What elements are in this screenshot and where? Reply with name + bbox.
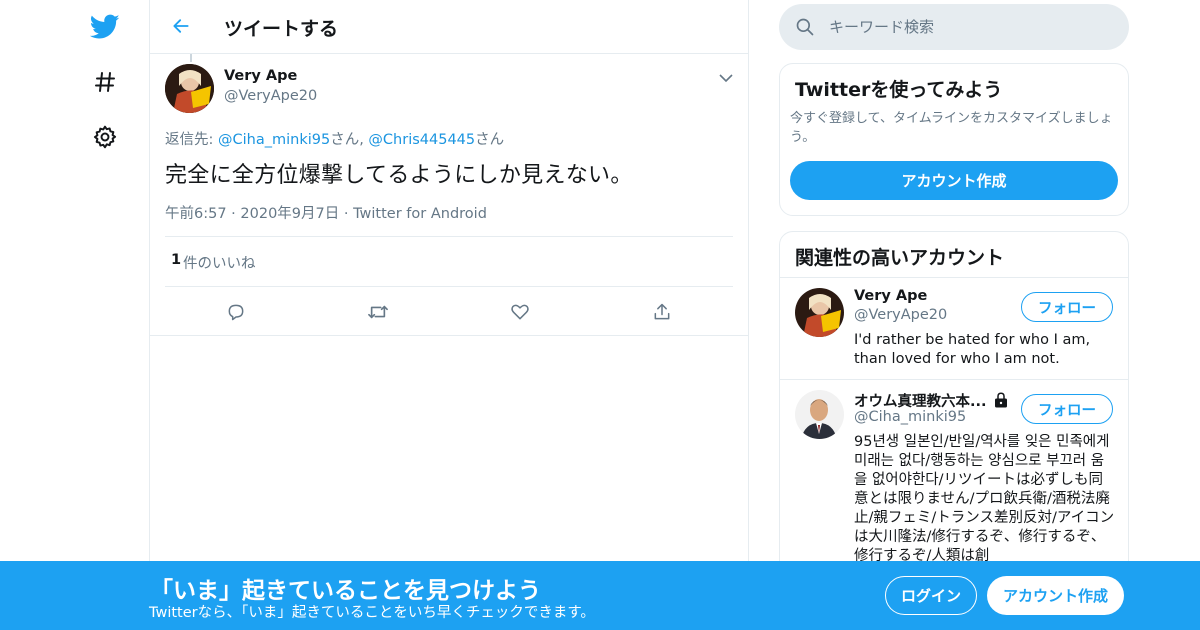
bottom-bar-title: 「いま」起きていることを見つけよう (150, 578, 541, 604)
account-handle[interactable]: @Ciha_minki95 (854, 409, 966, 425)
reply-to-line: 返信先: @Ciha_minki95さん, @Chris445445さん (165, 128, 504, 149)
chevron-down-icon[interactable] (716, 68, 736, 88)
search-icon (795, 17, 815, 41)
follow-button[interactable]: フォロー (1021, 292, 1113, 322)
search-box[interactable] (779, 4, 1129, 50)
tweet-actions (150, 297, 748, 327)
lock-icon (992, 391, 1010, 413)
tweet-meta: 午前6:57 · 2020年9月7日 · Twitter for Android (165, 202, 487, 223)
retweet-icon[interactable] (363, 297, 393, 327)
share-icon[interactable] (647, 297, 677, 327)
search-input[interactable] (829, 14, 1109, 40)
arrow-left-icon[interactable] (166, 11, 196, 41)
account-handle[interactable]: @VeryApe20 (854, 307, 947, 323)
reply-prefix: 返信先: (165, 132, 218, 148)
account-bio: I'd rather be hated for who I am, than l… (854, 332, 1091, 367)
bottom-signup-bar: 「いま」起きていることを見つけよう Twitterなら、「いま」起きていることを… (0, 561, 1200, 630)
reply-separator: さん, (330, 132, 369, 148)
reply-suffix: さん (475, 132, 505, 148)
avatar[interactable] (795, 288, 844, 337)
tweet-time[interactable]: 午前6:57 (165, 206, 227, 222)
account-name[interactable]: オウム真理教六本... (854, 390, 987, 411)
heart-icon[interactable] (505, 297, 535, 327)
twitter-bird-icon[interactable] (87, 9, 123, 45)
reply-user-link[interactable]: @Ciha_minki95 (218, 132, 330, 148)
create-account-button[interactable]: アカウント作成 (790, 161, 1118, 200)
login-button[interactable]: ログイン (885, 576, 977, 615)
left-nav (0, 0, 150, 630)
tweet-date[interactable]: 2020年9月7日 (240, 206, 339, 222)
likes-count: 1 (171, 252, 182, 268)
signup-button[interactable]: アカウント作成 (987, 576, 1124, 615)
avatar[interactable] (795, 390, 844, 439)
tweet-source: Twitter for Android (353, 206, 487, 222)
avatar[interactable] (165, 64, 214, 113)
account-name[interactable]: Very Ape (854, 288, 927, 304)
page-title: ツイートする (224, 18, 339, 40)
account-bio: 95년생 일본인/반일/역사를 잊은 민족에게 미래는 없다/행동하는 양심으로… (854, 434, 1115, 564)
follow-button[interactable]: フォロー (1021, 394, 1113, 424)
likes-row[interactable]: 1 件のいいね (165, 236, 733, 287)
bottom-bar-subtitle: Twitterなら、「いま」起きていることをいち早くチェックできます。 (149, 605, 595, 621)
meta-dot: · (231, 206, 241, 222)
meta-dot: · (343, 206, 354, 222)
main-header: ツイートする (150, 0, 748, 54)
main-column: ツイートする Very Ape @VeryApe20 返信先: @Ciha_mi… (150, 0, 749, 630)
likes-label: 件のいいね (183, 256, 256, 272)
tweet-text: 完全に全方位爆撃してるようにしか見えない。 (165, 163, 633, 188)
signup-description: 今すぐ登録して、タイムラインをカスタマイズしましょう。 (790, 111, 1113, 145)
related-title: 関連性の高いアカウント (795, 247, 1005, 269)
author-handle[interactable]: @VeryApe20 (224, 88, 317, 104)
reply-icon[interactable] (221, 297, 251, 327)
author-name[interactable]: Very Ape (224, 68, 297, 84)
related-account[interactable]: Very Ape @VeryApe20 I'd rather be hated … (780, 278, 1128, 380)
gear-icon[interactable] (87, 119, 123, 155)
hashtag-icon[interactable] (87, 64, 123, 100)
signup-title: Twitterを使ってみよう (795, 79, 1003, 101)
tweet-detail: Very Ape @VeryApe20 返信先: @Ciha_minki95さん… (150, 54, 748, 336)
signup-card: Twitterを使ってみよう 今すぐ登録して、タイムラインをカスタマイズしましょ… (779, 63, 1129, 216)
thread-connector-line (190, 54, 192, 62)
reply-user-link[interactable]: @Chris445445 (368, 132, 475, 148)
